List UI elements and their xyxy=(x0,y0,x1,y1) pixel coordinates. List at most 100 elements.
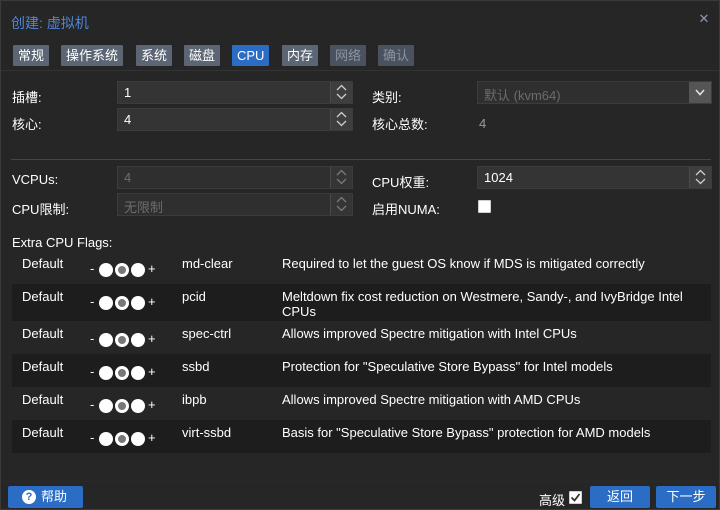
numa-label: 启用NUMA: xyxy=(372,202,440,217)
flag-off-radio[interactable] xyxy=(99,432,113,446)
flag-on-radio[interactable] xyxy=(131,333,145,347)
flag-description: Basis for "Speculative Store Bypass" pro… xyxy=(282,425,651,440)
flag-plus: + xyxy=(148,331,156,346)
advanced-checkbox[interactable] xyxy=(569,491,582,504)
flag-row: Default - + ibpb Allows improved Spectre mit… xyxy=(12,387,711,420)
cpu-weight-label: CPU权重: xyxy=(372,175,430,190)
tab-general[interactable]: 常规 xyxy=(13,45,50,66)
sockets-label: 插槽: xyxy=(12,90,42,105)
flag-default-radio[interactable] xyxy=(115,333,129,347)
flag-state: Default xyxy=(22,392,64,407)
flag-tristate-toggle[interactable]: - + xyxy=(90,364,156,380)
total-cores-value: 4 xyxy=(479,116,487,131)
dialog-titlebar: 创建: 虚拟机 ✕ xyxy=(1,1,719,41)
flag-row: Default - + md-clear Required to let the gue… xyxy=(12,251,711,284)
sockets-value: 1 xyxy=(124,85,132,100)
flag-off-radio[interactable] xyxy=(99,263,113,277)
flag-on-radio[interactable] xyxy=(131,263,145,277)
flag-row: Default - + virt-ssbd Basis for "Speculative… xyxy=(12,420,711,453)
flag-on-radio[interactable] xyxy=(131,432,145,446)
vcpus-label: VCPUs: xyxy=(12,172,59,187)
cpu-weight-field[interactable]: 1024 xyxy=(477,166,712,189)
cpu-type-select[interactable]: 默认 (kvm64) xyxy=(477,81,712,104)
flag-on-radio[interactable] xyxy=(131,399,145,413)
flag-default-radio[interactable] xyxy=(115,296,129,310)
flag-description: Required to let the guest OS know if MDS… xyxy=(282,256,645,271)
flag-on-radio[interactable] xyxy=(131,366,145,380)
flag-description: Protection for "Speculative Store Bypass… xyxy=(282,359,613,374)
tab-os[interactable]: 操作系统 xyxy=(61,45,124,66)
spinner-icon[interactable] xyxy=(330,167,352,188)
spinner-icon[interactable] xyxy=(330,109,352,130)
flag-name: pcid xyxy=(182,289,206,304)
flag-tristate-toggle[interactable]: - + xyxy=(90,397,156,413)
flag-state: Default xyxy=(22,425,64,440)
flag-plus: + xyxy=(148,430,156,445)
cpu-limit-label: CPU限制: xyxy=(12,202,70,217)
back-button[interactable]: 返回 xyxy=(590,486,650,508)
next-button[interactable]: 下一步 xyxy=(656,486,716,508)
total-cores-label: 核心总数: xyxy=(372,117,428,132)
flag-description: Meltdown fix cost reduction on Westmere,… xyxy=(282,289,683,319)
numa-checkbox[interactable] xyxy=(478,200,491,213)
flag-name: ssbd xyxy=(182,359,210,374)
flag-default-radio[interactable] xyxy=(115,432,129,446)
flag-minus: - xyxy=(90,261,95,276)
type-label: 类别: xyxy=(372,90,402,105)
cpu-limit-field[interactable]: 无限制 xyxy=(117,193,353,216)
spinner-icon[interactable] xyxy=(689,167,711,188)
flag-state: Default xyxy=(22,326,64,341)
flag-default-radio[interactable] xyxy=(115,263,129,277)
flag-on-radio[interactable] xyxy=(131,296,145,310)
advanced-label: 高级 xyxy=(539,493,566,508)
flag-tristate-toggle[interactable]: - + xyxy=(90,294,156,310)
tab-cpu[interactable]: CPU xyxy=(232,45,270,66)
flag-plus: + xyxy=(148,294,156,309)
flag-tristate-toggle[interactable]: - + xyxy=(90,261,156,277)
flag-off-radio[interactable] xyxy=(99,296,113,310)
flag-off-radio[interactable] xyxy=(99,399,113,413)
checkmark-icon xyxy=(570,493,581,502)
flag-plus: + xyxy=(148,364,156,379)
flag-minus: - xyxy=(90,294,95,309)
sockets-field[interactable]: 1 xyxy=(117,81,353,104)
flag-default-radio[interactable] xyxy=(115,366,129,380)
cores-label: 核心: xyxy=(12,117,42,132)
cpu-limit-value: 无限制 xyxy=(124,200,164,215)
flag-tristate-toggle[interactable]: - + xyxy=(90,430,156,446)
flag-minus: - xyxy=(90,331,95,346)
flag-row: Default - + pcid Meltdown fix cost reduction… xyxy=(12,284,711,321)
flag-off-radio[interactable] xyxy=(99,366,113,380)
flag-name: ibpb xyxy=(182,392,207,407)
tab-system[interactable]: 系统 xyxy=(136,45,173,66)
tab-disks[interactable]: 磁盘 xyxy=(184,45,221,66)
cores-value: 4 xyxy=(124,112,132,127)
tab-network[interactable]: 网络 xyxy=(330,45,367,66)
cores-field[interactable]: 4 xyxy=(117,108,353,131)
vcpus-value: 4 xyxy=(124,170,132,185)
flag-tristate-toggle[interactable]: - + xyxy=(90,331,156,347)
flag-state: Default xyxy=(22,359,64,374)
help-icon: ? xyxy=(22,490,36,504)
cpu-type-value: 默认 (kvm64) xyxy=(484,88,561,103)
tab-memory[interactable]: 内存 xyxy=(282,45,319,66)
flag-default-radio[interactable] xyxy=(115,399,129,413)
extra-flags-title: Extra CPU Flags: xyxy=(12,235,113,250)
spinner-icon[interactable] xyxy=(330,194,352,215)
footer-divider xyxy=(1,481,719,482)
flag-minus: - xyxy=(90,364,95,379)
spinner-icon[interactable] xyxy=(330,82,352,103)
flag-name: spec-ctrl xyxy=(182,326,232,341)
flag-row: Default - + ssbd Protection for "Speculative… xyxy=(12,354,711,387)
close-icon[interactable]: ✕ xyxy=(697,12,711,26)
flag-off-radio[interactable] xyxy=(99,333,113,347)
cpu-weight-value: 1024 xyxy=(484,170,513,185)
flag-plus: + xyxy=(148,397,156,412)
flag-name: md-clear xyxy=(182,256,233,271)
chevron-down-icon[interactable] xyxy=(689,82,711,103)
flag-plus: + xyxy=(148,261,156,276)
help-button[interactable]: ? 帮助 xyxy=(8,486,83,508)
vcpus-field[interactable]: 4 xyxy=(117,166,353,189)
flag-description: Allows improved Spectre mitigation with … xyxy=(282,326,577,341)
tab-confirm[interactable]: 确认 xyxy=(378,45,415,66)
